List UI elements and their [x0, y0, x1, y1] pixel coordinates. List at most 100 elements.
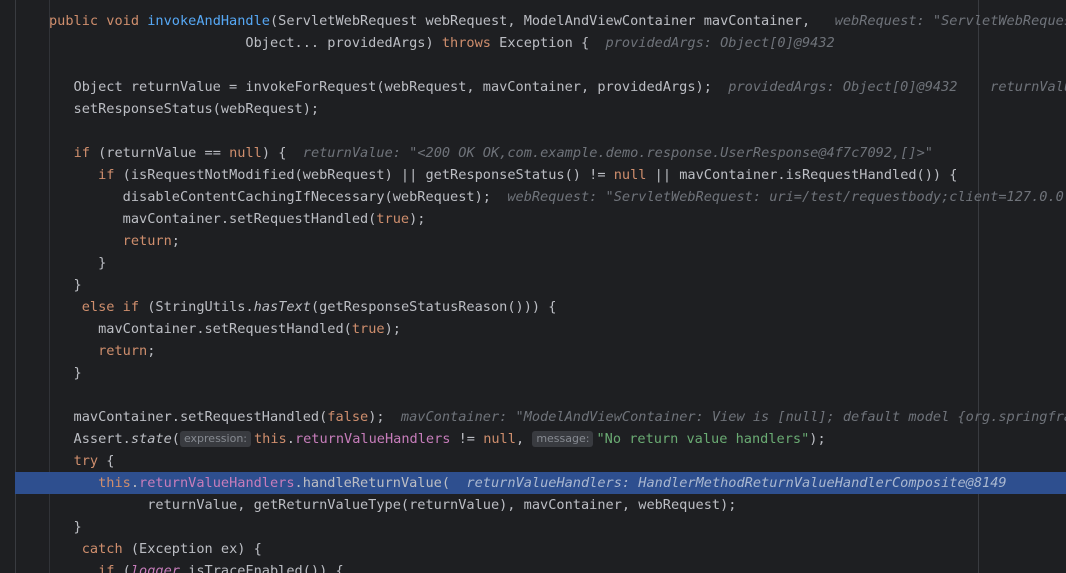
code-editor[interactable]: public void invokeAndHandle(ServletWebRe…	[0, 0, 1066, 573]
code-line[interactable]: setResponseStatus(webRequest);	[0, 98, 1066, 120]
code-line[interactable]: if (returnValue == null) { returnValue: …	[0, 142, 1066, 164]
code-token: throws	[441, 35, 500, 51]
code-line[interactable]: }	[0, 274, 1066, 296]
code-line[interactable]: public void invokeAndHandle(ServletWebRe…	[0, 10, 1066, 32]
code-token: }	[49, 365, 82, 381]
code-token: catch	[81, 541, 131, 557]
code-token: this	[98, 475, 131, 491]
code-token: hasText	[253, 299, 311, 315]
code-token: mavContainer.setRequestHandled(	[49, 321, 352, 337]
code-line[interactable]: disableContentCachingIfNecessary(webRequ…	[0, 186, 1066, 208]
code-text: disableContentCachingIfNecessary(webRequ…	[49, 186, 1064, 208]
code-token: this	[254, 431, 287, 447]
code-token: setResponseStatus(webRequest);	[49, 101, 320, 117]
code-text: if (logger.isTraceEnabled()) {	[49, 560, 344, 573]
code-token: true	[376, 211, 410, 227]
code-text: }	[49, 362, 82, 384]
code-token: else if	[81, 299, 148, 315]
code-line[interactable]: return;	[0, 230, 1066, 252]
code-token: returnValue, getReturnValueType(returnVa…	[49, 497, 737, 513]
code-token: (	[171, 431, 180, 447]
code-text: mavContainer.setRequestHandled(false); m…	[49, 406, 1066, 428]
code-text: this.returnValueHandlers.handleReturnVal…	[49, 472, 1006, 494]
code-line[interactable]: returnValue, getReturnValueType(returnVa…	[0, 494, 1066, 516]
code-token: );	[384, 321, 401, 337]
code-token: || mavContainer.isRequestHandled()) {	[646, 167, 958, 183]
code-text: returnValue, getReturnValueType(returnVa…	[49, 494, 736, 516]
code-text: mavContainer.setRequestHandled(true);	[49, 318, 401, 340]
code-text: Object... providedArgs) throws Exception…	[49, 32, 835, 54]
code-text: try {	[49, 450, 115, 472]
code-token: (StringUtils.	[147, 299, 254, 315]
highlighted-code-line[interactable]: this.returnValueHandlers.handleReturnVal…	[15, 472, 1066, 494]
code-text: mavContainer.setRequestHandled(true);	[49, 208, 426, 230]
code-text: return;	[49, 230, 180, 252]
code-line[interactable]: mavContainer.setRequestHandled(true);	[0, 318, 1066, 340]
code-line[interactable]: mavContainer.setRequestHandled(false); m…	[0, 406, 1066, 428]
code-line[interactable]: Object returnValue = invokeForRequest(we…	[0, 76, 1066, 98]
code-token: );	[368, 409, 385, 425]
code-token: {	[98, 453, 115, 469]
code-token: returnValueHandlers	[139, 475, 295, 491]
debug-inline-value: providedArgs: Object[0]@9432	[589, 35, 835, 51]
code-token: return	[122, 233, 172, 249]
code-line[interactable]: }	[0, 362, 1066, 384]
code-line[interactable]: Object... providedArgs) throws Exception…	[0, 32, 1066, 54]
code-token: null	[613, 167, 647, 183]
parameter-hint-badge: message:	[532, 431, 594, 447]
code-line[interactable]: return;	[0, 340, 1066, 362]
code-text: if (returnValue == null) { returnValue: …	[49, 142, 933, 164]
code-line[interactable]: Assert.state(expression: this.returnValue…	[0, 428, 1066, 450]
code-token: if	[98, 563, 123, 573]
code-token: logger	[130, 563, 180, 573]
code-token: .	[286, 431, 295, 447]
code-text: Assert.state(expression: this.returnValue…	[49, 428, 826, 450]
code-token: (isRequestNotModified(webRequest) || get…	[122, 167, 614, 183]
code-token: "No return value handlers"	[596, 431, 810, 447]
code-token: invokeAndHandle	[147, 13, 270, 29]
code-text: }	[49, 274, 82, 296]
debug-inline-value: providedArgs: Object[0]@9432 returnValue	[711, 79, 1066, 95]
code-line[interactable]	[0, 120, 1066, 142]
code-token: Exception {	[499, 35, 590, 51]
code-token: public void	[49, 13, 148, 29]
code-text: catch (Exception ex) {	[49, 538, 262, 560]
debug-inline-value: webRequest: "ServletWebRequest: u	[834, 13, 1066, 29]
code-token: (Exception ex) {	[130, 541, 262, 557]
code-token: );	[409, 211, 426, 227]
code-token: ;	[171, 233, 180, 249]
code-token: .handleReturnValue(	[294, 475, 451, 491]
code-token: if	[98, 167, 123, 183]
code-token: (	[122, 563, 131, 573]
code-token: null	[229, 145, 262, 161]
code-text: Object returnValue = invokeForRequest(we…	[49, 76, 1066, 98]
code-token: false	[327, 409, 369, 425]
code-line[interactable]: try {	[0, 450, 1066, 472]
code-line[interactable]: }	[0, 516, 1066, 538]
code-line[interactable]: catch (Exception ex) {	[0, 538, 1066, 560]
code-token: Assert.	[49, 431, 131, 447]
code-line[interactable]: if (logger.isTraceEnabled()) {	[0, 560, 1066, 573]
code-token: (returnValue ==	[98, 145, 230, 161]
code-token: .	[130, 475, 140, 491]
code-token: ,	[515, 431, 533, 447]
code-token: state	[130, 431, 172, 447]
code-token: ;	[147, 343, 156, 359]
code-token: (getResponseStatusReason())) {	[310, 299, 557, 315]
code-line[interactable]: else if (StringUtils.hasText(getResponse…	[0, 296, 1066, 318]
code-line[interactable]: }	[0, 252, 1066, 274]
code-line[interactable]: mavContainer.setRequestHandled(true);	[0, 208, 1066, 230]
code-text: public void invokeAndHandle(ServletWebRe…	[49, 10, 1066, 32]
code-line[interactable]	[0, 384, 1066, 406]
code-text: }	[49, 516, 82, 538]
code-line[interactable]	[0, 54, 1066, 76]
code-line[interactable]: if (isRequestNotModified(webRequest) || …	[0, 164, 1066, 186]
